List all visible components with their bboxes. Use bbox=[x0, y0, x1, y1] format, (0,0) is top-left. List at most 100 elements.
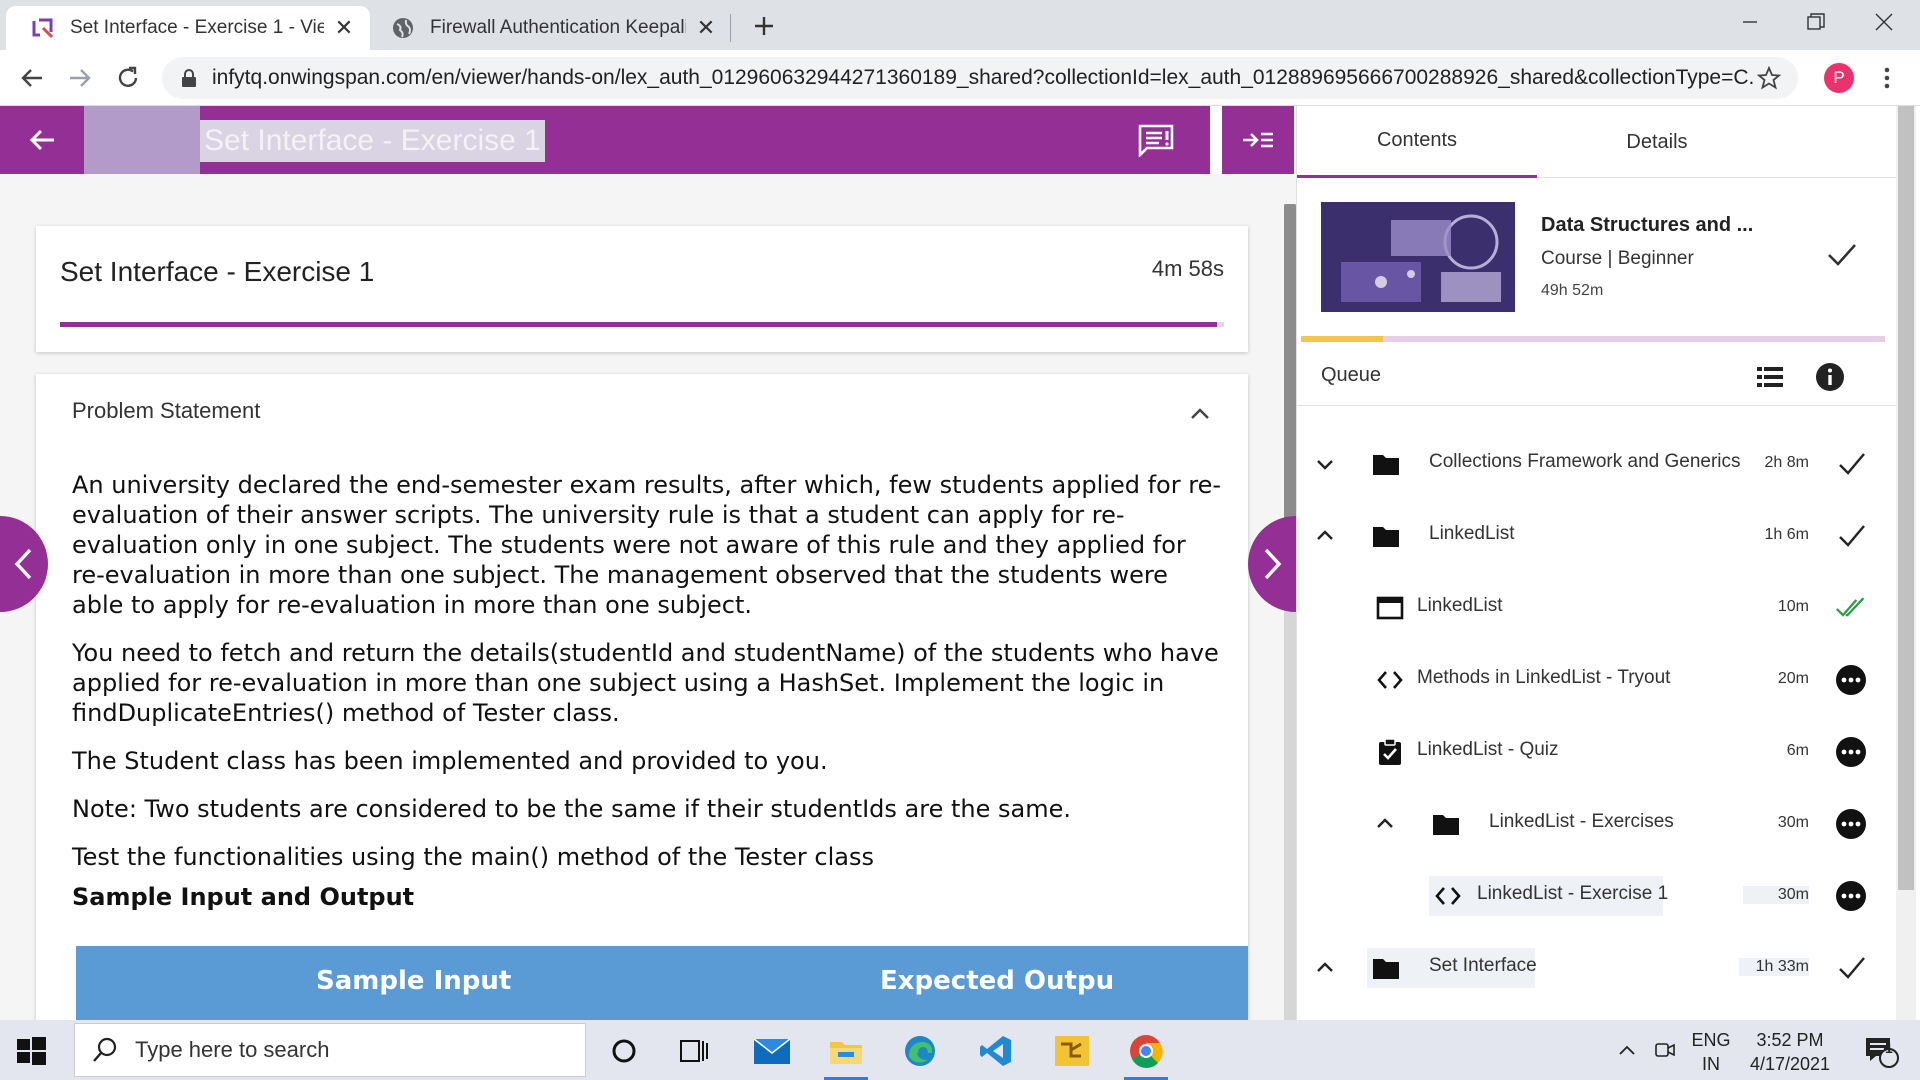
table-header-cell: Sample Input bbox=[316, 966, 512, 996]
course-progress-fill bbox=[1301, 336, 1383, 342]
close-icon[interactable]: ✕ bbox=[332, 15, 356, 40]
taskbar-clock[interactable]: 3:52 PM 4/17/2021 bbox=[1740, 1028, 1840, 1076]
action-center-button[interactable]: 1 bbox=[1852, 1020, 1908, 1080]
chevron-up-icon bbox=[1619, 1045, 1635, 1055]
taskbar-search-box[interactable]: Type here to search bbox=[74, 1023, 586, 1077]
tree-item-label: Methods in LinkedList - Tryout bbox=[1417, 667, 1671, 688]
mail-app-icon[interactable] bbox=[746, 1028, 798, 1074]
meet-now-button[interactable] bbox=[1650, 1020, 1680, 1080]
back-button[interactable] bbox=[14, 60, 50, 96]
problem-statement-heading: Problem Statement bbox=[72, 398, 261, 423]
tree-item-linkedlist-exercises[interactable]: LinkedList - Exercises 30m bbox=[1297, 796, 1897, 852]
tree-item-duration: 2h 8m bbox=[1764, 454, 1809, 471]
chevron-up-icon[interactable] bbox=[1313, 524, 1337, 548]
course-card[interactable]: Data Structures and ... Course | Beginne… bbox=[1297, 178, 1897, 348]
profile-avatar[interactable]: P bbox=[1824, 63, 1854, 93]
sidebar-tabs: Contents Details bbox=[1297, 106, 1897, 178]
sidebar-scrollbar-thumb[interactable] bbox=[1898, 106, 1914, 890]
course-duration: 49h 52m bbox=[1541, 282, 1604, 299]
cortana-circle-icon bbox=[612, 1039, 636, 1063]
tree-item-set-interface[interactable]: Set Interface 1h 33m bbox=[1297, 940, 1897, 996]
code-icon bbox=[1377, 671, 1403, 689]
viewer-title: Set Interface - Exercise 1 bbox=[200, 120, 545, 162]
tab-contents[interactable]: Contents bbox=[1297, 106, 1537, 178]
app-shortcut-icon[interactable] bbox=[1046, 1028, 1098, 1074]
check-icon bbox=[1839, 957, 1865, 979]
exercise-duration: 4m 58s bbox=[1151, 256, 1224, 281]
bookmark-star-icon[interactable] bbox=[1754, 63, 1784, 93]
main-scrollbar-thumb[interactable] bbox=[1284, 204, 1296, 544]
lock-icon bbox=[182, 69, 196, 87]
close-icon[interactable]: ✕ bbox=[694, 15, 718, 40]
course-meta: Course | Beginner bbox=[1541, 248, 1694, 270]
reload-icon bbox=[118, 66, 138, 87]
minimize-button[interactable] bbox=[1720, 0, 1780, 44]
exercise-title: Set Interface - Exercise 1 bbox=[60, 256, 375, 287]
tree-item-duration: 20m bbox=[1777, 670, 1809, 687]
tree-item-linkedlist-resource[interactable]: LinkedList 10m bbox=[1297, 580, 1897, 636]
new-tab-button[interactable] bbox=[748, 10, 780, 42]
tab-details[interactable]: Details bbox=[1537, 106, 1777, 178]
problem-paragraph: Test the functionalities using the main(… bbox=[72, 843, 874, 871]
browser-tab-active[interactable]: Set Interface - Exercise 1 - Viewer ✕ bbox=[6, 6, 370, 50]
feedback-button[interactable] bbox=[1134, 120, 1178, 160]
chevron-up-icon[interactable] bbox=[1186, 400, 1214, 428]
cortana-button[interactable] bbox=[598, 1028, 650, 1074]
table-header-cell: Expected Outpu bbox=[880, 966, 1115, 996]
tree-item-label: LinkedList - Exercise 1 bbox=[1477, 883, 1669, 904]
viewer-back-button[interactable] bbox=[20, 118, 64, 162]
notification-icon bbox=[1866, 1038, 1899, 1068]
collapse-sidebar-button[interactable] bbox=[1222, 106, 1294, 174]
sample-heading: Sample Input and Output bbox=[72, 883, 415, 911]
more-options-icon[interactable] bbox=[1835, 808, 1867, 840]
meet-now-icon bbox=[1655, 1043, 1675, 1057]
tree-item-duration: 10m bbox=[1777, 598, 1809, 615]
edge-browser-icon[interactable] bbox=[894, 1028, 946, 1074]
address-bar[interactable]: infytq.onwingspan.com/en/viewer/hands-on… bbox=[162, 57, 1798, 99]
tree-item-linkedlist-exercise-1[interactable]: LinkedList - Exercise 1 30m bbox=[1297, 868, 1897, 924]
tree-item-duration: 30m bbox=[1777, 814, 1809, 831]
more-options-icon[interactable] bbox=[1835, 736, 1867, 768]
browser-tab[interactable]: Firewall Authentication Keepalive ✕ bbox=[376, 6, 732, 50]
tree-item-linkedlist-module[interactable]: LinkedList 1h 6m bbox=[1297, 508, 1897, 564]
tree-item-linkedlist-quiz[interactable]: LinkedList - Quiz 6m bbox=[1297, 724, 1897, 780]
browser-menu-button[interactable] bbox=[1872, 62, 1902, 94]
chrome-browser-icon[interactable] bbox=[1120, 1028, 1172, 1080]
chevron-up-icon[interactable] bbox=[1313, 956, 1337, 980]
info-icon[interactable] bbox=[1815, 362, 1845, 392]
tree-item-duration: 1h 33m bbox=[1739, 958, 1809, 976]
course-type: Course bbox=[1541, 248, 1603, 269]
restore-button[interactable] bbox=[1786, 0, 1846, 44]
arrow-left-icon bbox=[29, 129, 54, 151]
show-hidden-icons-button[interactable] bbox=[1612, 1020, 1642, 1080]
chevron-up-icon[interactable] bbox=[1373, 812, 1397, 836]
vscode-icon[interactable] bbox=[970, 1028, 1022, 1074]
list-view-icon[interactable] bbox=[1755, 364, 1785, 390]
tree-item-collections[interactable]: Collections Framework and Generics 2h 8m bbox=[1297, 436, 1897, 492]
course-thumbnail bbox=[1321, 202, 1515, 312]
chevron-down-icon[interactable] bbox=[1313, 452, 1337, 476]
reload-button[interactable] bbox=[110, 60, 146, 96]
file-explorer-icon[interactable] bbox=[820, 1028, 872, 1080]
more-options-icon[interactable] bbox=[1835, 880, 1867, 912]
plus-icon bbox=[755, 17, 773, 35]
check-icon bbox=[1839, 453, 1865, 475]
windows-taskbar: Type here to search ENG IN 3:52 PM 4/17/… bbox=[0, 1020, 1920, 1080]
tree-item-methods-tryout[interactable]: Methods in LinkedList - Tryout 20m bbox=[1297, 652, 1897, 708]
problem-statement-body: An university declared the end-semester … bbox=[72, 470, 1222, 930]
contents-sidebar: Contents Details Data Structures and ...… bbox=[1296, 106, 1897, 1020]
close-window-button[interactable] bbox=[1854, 0, 1914, 44]
task-view-button[interactable] bbox=[668, 1028, 720, 1074]
folder-icon bbox=[1373, 527, 1399, 547]
windows-start-icon[interactable] bbox=[14, 1034, 48, 1068]
region-code: IN bbox=[1702, 1054, 1720, 1074]
more-options-icon[interactable] bbox=[1835, 664, 1867, 696]
browser-tabstrip: Set Interface - Exercise 1 - Viewer ✕ Fi… bbox=[0, 0, 1920, 50]
input-language-indicator[interactable]: ENG IN bbox=[1686, 1028, 1736, 1076]
course-level: Beginner bbox=[1617, 248, 1694, 269]
forward-button[interactable] bbox=[62, 60, 98, 96]
wingspan-logo-icon bbox=[32, 18, 54, 39]
url-text: infytq.onwingspan.com/en/viewer/hands-on… bbox=[212, 66, 1754, 89]
minimize-icon bbox=[1743, 21, 1757, 23]
tab-title: Firewall Authentication Keepalive bbox=[430, 17, 686, 38]
